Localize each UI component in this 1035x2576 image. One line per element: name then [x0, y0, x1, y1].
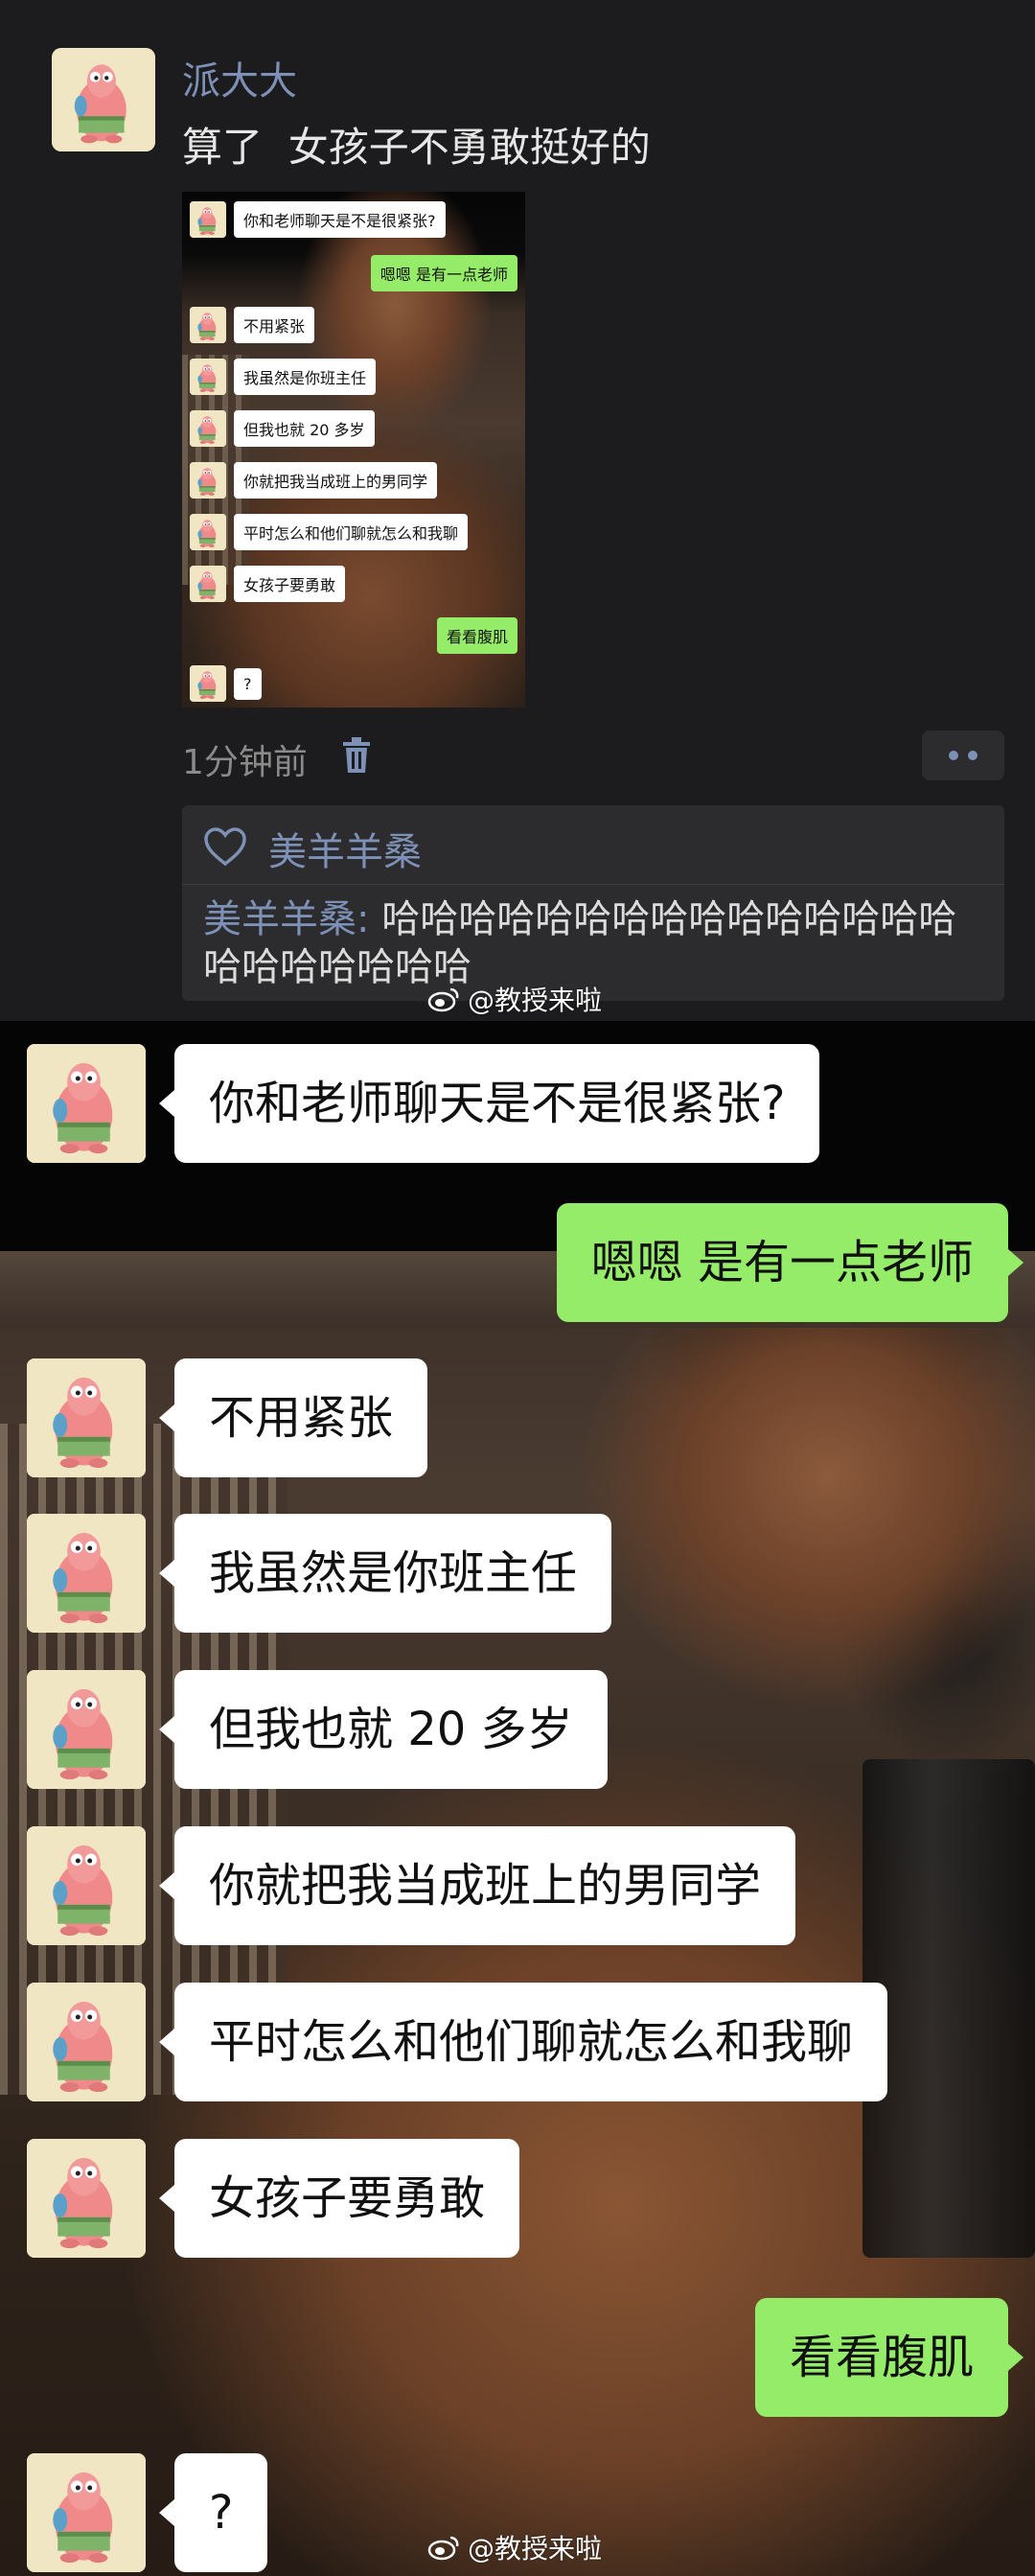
message-bubble[interactable]: 不用紧张: [158, 1358, 428, 1477]
message-bubble[interactable]: 嗯嗯 是有一点老师: [556, 1203, 1024, 1322]
message-row: 女孩子要勇敢: [27, 2139, 520, 2258]
sender-avatar[interactable]: [27, 1044, 146, 1163]
more-dots-icon[interactable]: [922, 731, 1004, 780]
chat-screenshot: 你和老师聊天是不是很紧张? 嗯嗯 是有一点老师 不用紧张 我虽然是你班主任 但我…: [0, 1021, 1035, 2576]
comment-author[interactable]: 美羊羊桑: [203, 897, 356, 941]
message-row: 不用紧张: [27, 1358, 428, 1477]
thumb-bubble: 看看腹肌: [436, 617, 518, 654]
message-row: 但我也就 20 多岁: [27, 1670, 608, 1789]
thumb-bubble: ?: [234, 667, 262, 700]
watermark: @教授来啦: [427, 980, 602, 1018]
thumb-bubble: 你和老师聊天是不是很紧张?: [234, 201, 446, 238]
heart-icon: [204, 827, 246, 867]
moments-post: 派大大 算了 女孩子不勇敢挺好的 你和老师聊天是不是很紧张? 嗯嗯 是有一点老师…: [0, 0, 1035, 1021]
sender-avatar[interactable]: [27, 1358, 146, 1477]
post-image-thumbnail[interactable]: 你和老师聊天是不是很紧张? 嗯嗯 是有一点老师 不用紧张 我虽然是你班主任 但我…: [182, 192, 525, 708]
post-text: 算了 女孩子不勇敢挺好的: [182, 124, 651, 171]
message-row: ?: [27, 2453, 268, 2572]
message-row: 我虽然是你班主任: [27, 1514, 612, 1633]
weibo-icon: [427, 987, 459, 1012]
comment-section: 美羊羊桑 美羊羊桑: 哈哈哈哈哈哈哈哈哈哈哈哈哈哈哈哈哈哈哈哈哈哈: [182, 805, 1004, 1001]
message-bubble[interactable]: 看看腹肌: [754, 2298, 1024, 2417]
thumb-row: 你就把我当成班上的男同学: [190, 462, 438, 499]
message-bubble[interactable]: 平时怎么和他们聊就怎么和我聊: [158, 1983, 888, 2101]
message-row: 你就把我当成班上的男同学: [27, 1826, 796, 1945]
message-bubble[interactable]: 我虽然是你班主任: [158, 1514, 612, 1633]
trash-icon[interactable]: [339, 736, 374, 775]
sender-avatar[interactable]: [27, 1670, 146, 1789]
message-row: 平时怎么和他们聊就怎么和我聊: [27, 1983, 888, 2101]
sender-avatar[interactable]: [27, 1983, 146, 2101]
thumb-bubble: 你就把我当成班上的男同学: [234, 462, 438, 499]
thumb-bubble: 不用紧张: [234, 307, 315, 343]
weibo-icon: [427, 2536, 459, 2561]
watermark-text: @教授来啦: [468, 985, 603, 1016]
thumb-row: 你和老师聊天是不是很紧张?: [190, 201, 446, 238]
thumb-bubble: 但我也就 20 多岁: [234, 410, 375, 447]
thumb-bubble: 嗯嗯 是有一点老师: [370, 255, 518, 291]
sender-avatar[interactable]: [27, 1514, 146, 1633]
sender-avatar[interactable]: [27, 2453, 146, 2572]
thumb-row: 女孩子要勇敢: [190, 566, 346, 602]
comment-item[interactable]: 美羊羊桑: 哈哈哈哈哈哈哈哈哈哈哈哈哈哈哈哈哈哈哈哈哈哈: [203, 895, 989, 991]
thumb-row: 平时怎么和他们聊就怎么和我聊: [190, 514, 469, 550]
thumb-bubble: 平时怎么和他们聊就怎么和我聊: [234, 514, 469, 550]
thumb-row: 看看腹肌: [436, 617, 518, 654]
thumb-row: ?: [190, 665, 262, 702]
watermark-text: @教授来啦: [468, 2533, 603, 2564]
sender-avatar[interactable]: [27, 2139, 146, 2258]
post-timestamp: 1分钟前: [182, 743, 308, 782]
message-row: 看看腹肌: [754, 2298, 1024, 2417]
thumb-row: 但我也就 20 多岁: [190, 410, 375, 447]
thumb-row: 不用紧张: [190, 307, 315, 343]
comment-separator: :: [356, 897, 382, 941]
message-bubble[interactable]: 女孩子要勇敢: [158, 2139, 520, 2258]
post-author-name[interactable]: 派大大: [182, 50, 297, 105]
divider: [182, 884, 1004, 885]
watermark: @教授来啦: [427, 2528, 602, 2566]
like-user-name[interactable]: 美羊羊桑: [268, 821, 422, 876]
author-avatar[interactable]: [52, 48, 155, 151]
message-row: 嗯嗯 是有一点老师: [556, 1203, 1024, 1322]
message-row: 你和老师聊天是不是很紧张?: [27, 1044, 820, 1163]
message-bubble[interactable]: 你就把我当成班上的男同学: [158, 1826, 796, 1945]
thumb-row: 我虽然是你班主任: [190, 359, 377, 395]
sender-avatar[interactable]: [27, 1826, 146, 1945]
message-bubble[interactable]: 你和老师聊天是不是很紧张?: [158, 1044, 820, 1163]
message-bubble[interactable]: 但我也就 20 多岁: [159, 1670, 608, 1789]
message-bubble[interactable]: ?: [158, 2453, 268, 2572]
thumb-bubble: 我虽然是你班主任: [234, 359, 377, 395]
thumb-row: 嗯嗯 是有一点老师: [370, 255, 518, 291]
thumb-bubble: 女孩子要勇敢: [234, 566, 346, 602]
